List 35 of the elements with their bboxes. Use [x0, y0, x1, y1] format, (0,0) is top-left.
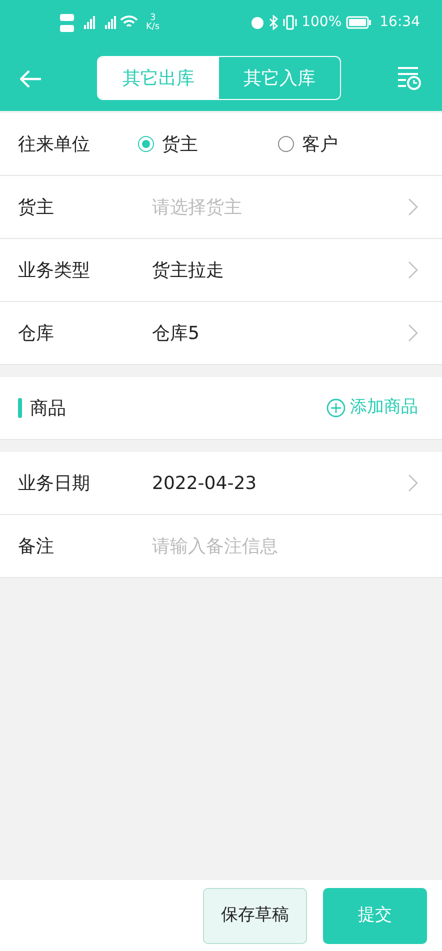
- tab[interactable]: 其它入库: [219, 57, 340, 99]
- network-speed-unit: K/s: [146, 22, 160, 32]
- battery-percent: 100%: [302, 13, 342, 32]
- field-label: 备注: [18, 534, 55, 558]
- radio-button[interactable]: [138, 136, 154, 152]
- tab[interactable]: 其它出库: [98, 57, 219, 99]
- radio-button[interactable]: [278, 136, 294, 152]
- add-icon: [326, 398, 346, 418]
- chevron-icon: [408, 198, 418, 216]
- field-placeholder[interactable]: 请输入备注信息: [152, 532, 418, 560]
- clock: 16:34: [380, 13, 420, 32]
- field-label: 仓库: [18, 322, 55, 346]
- field-placeholder[interactable]: 请选择货主: [152, 194, 408, 220]
- network-speed: 3: [150, 14, 156, 22]
- action-button[interactable]: 保存草稿: [203, 888, 307, 944]
- add-goods-link[interactable]: 添加商品: [326, 395, 418, 421]
- bluetooth-icon: [268, 12, 278, 33]
- action-button[interactable]: 提交: [323, 888, 427, 944]
- radio-label: 货主: [162, 132, 198, 156]
- field-value[interactable]: 2022-04-23: [152, 470, 408, 496]
- chevron-icon: [408, 261, 418, 279]
- radio-label: 客户: [302, 132, 338, 156]
- field-value[interactable]: 仓库5: [152, 320, 408, 346]
- signal-icon: [105, 16, 116, 29]
- field-label: 业务日期: [18, 472, 91, 496]
- chevron-icon: [408, 324, 418, 342]
- field-value[interactable]: 货主拉走: [152, 256, 408, 284]
- field-label: 货主: [18, 196, 55, 220]
- signal-icon: [84, 16, 95, 29]
- field-label: 业务类型: [18, 258, 91, 282]
- section-title: 商品: [30, 396, 67, 420]
- chevron-icon: [408, 474, 418, 492]
- accent-bar: [18, 398, 22, 418]
- history-list-icon[interactable]: [396, 65, 422, 91]
- field-label: 往来单位: [18, 132, 91, 156]
